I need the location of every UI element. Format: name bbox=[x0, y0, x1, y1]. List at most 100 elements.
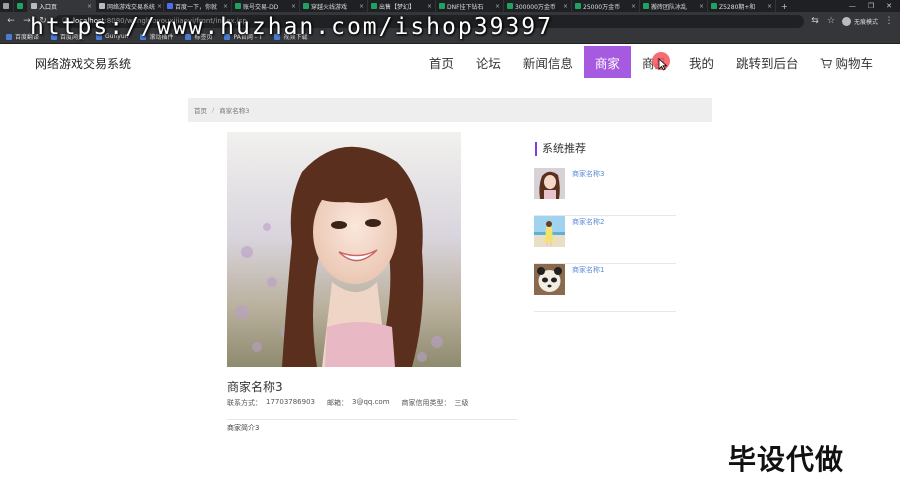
maximize-icon[interactable]: ❐ bbox=[868, 2, 874, 10]
url-host: localhost bbox=[73, 17, 105, 25]
nav-item[interactable]: 论坛 bbox=[465, 46, 512, 78]
bookmark-item[interactable]: Gunyun bbox=[96, 33, 128, 40]
tab-favicon-icon bbox=[711, 3, 717, 9]
bookmark-label: Gunyun bbox=[105, 33, 129, 40]
browser-tab[interactable]: 入口页 × bbox=[28, 0, 96, 12]
nav-cart-label: 购物车 bbox=[835, 55, 873, 71]
recommend-item[interactable]: 商家名称3 bbox=[534, 168, 676, 216]
tab-favicon-icon bbox=[643, 3, 649, 9]
close-window-icon[interactable]: ✕ bbox=[886, 2, 892, 10]
tab-label: 穿越火线游戏 bbox=[311, 3, 348, 11]
nav-cart[interactable]: 购物车 bbox=[809, 46, 884, 78]
info-icon: ⓘ bbox=[62, 17, 69, 25]
bookmark-icon bbox=[51, 33, 58, 40]
tab-favicon-icon bbox=[235, 3, 241, 9]
tab-favicon-icon bbox=[31, 3, 37, 9]
tab-label: 出售【梦幻】 bbox=[379, 3, 416, 11]
reload-icon[interactable]: ↻ bbox=[38, 16, 48, 26]
recommend-thumbnail[interactable] bbox=[534, 168, 565, 199]
browser-tab[interactable]: 百度一下，你就 × bbox=[164, 0, 232, 12]
tab-label: 网络游戏交易系统 bbox=[107, 3, 156, 11]
tab-close-icon[interactable]: × bbox=[223, 3, 228, 10]
tab-label: 搬砖团队冰乱 bbox=[651, 3, 688, 11]
recommend-item[interactable]: 商家名称2 bbox=[534, 216, 676, 264]
contact-label: 联系方式： bbox=[227, 399, 262, 407]
bookmark-item[interactable]: 百度网盘 bbox=[51, 32, 84, 41]
browser-tab[interactable] bbox=[0, 0, 14, 12]
tab-close-icon[interactable]: × bbox=[767, 3, 772, 10]
back-icon[interactable]: ← bbox=[6, 16, 16, 26]
tab-close-icon[interactable]: × bbox=[291, 3, 296, 10]
bookmark-item[interactable]: PA官网 - T bbox=[224, 32, 262, 41]
tab-label: DNF挂下钻石 bbox=[447, 3, 484, 11]
credit-label: 商家信用类型： bbox=[401, 399, 451, 407]
top-navigation: 首页论坛新闻信息商家商品我的跳转到后台 购物车 bbox=[418, 46, 884, 78]
tab-favicon-icon bbox=[17, 3, 23, 9]
recommend-thumbnail[interactable] bbox=[534, 216, 565, 247]
profile-label: 无痕模式 bbox=[853, 18, 878, 26]
browser-tab[interactable]: 穿越火线游戏 × bbox=[300, 0, 368, 12]
bookmark-icon bbox=[140, 33, 147, 40]
nav-item[interactable]: 首页 bbox=[418, 46, 465, 78]
bookmarks-bar: 百度翻译 百度网盘 Gunyun 滚动插件 标签页 PA官网 - T 视频下载 bbox=[0, 30, 900, 44]
tab-close-icon[interactable]: × bbox=[699, 3, 704, 10]
browser-tab[interactable] bbox=[14, 0, 28, 12]
bookmark-label: 滚动插件 bbox=[149, 34, 174, 41]
bookmark-icon bbox=[6, 33, 12, 40]
menu-icon[interactable]: ⋮ bbox=[884, 16, 894, 26]
browser-tab[interactable]: 300000万金币 × bbox=[504, 0, 572, 12]
nav-item[interactable]: 跳转到后台 bbox=[725, 46, 810, 78]
incognito-profile[interactable]: 无痕模式 bbox=[841, 16, 878, 26]
merchant-photo bbox=[227, 132, 461, 367]
nav-item[interactable]: 商家 bbox=[583, 46, 631, 78]
new-tab-button[interactable]: + bbox=[776, 2, 793, 11]
bookmark-label: PA官网 - T bbox=[233, 34, 263, 41]
tab-label: 账号交易-DD bbox=[243, 3, 279, 11]
browser-tab[interactable]: Z5280期+和 × bbox=[708, 0, 776, 12]
nav-item[interactable]: 新闻信息 bbox=[512, 46, 584, 78]
recommend-item[interactable]: 商家名称1 bbox=[534, 264, 676, 312]
breadcrumb-home[interactable]: 首页 bbox=[194, 105, 207, 115]
bookmark-label: 百度翻译 bbox=[15, 34, 40, 41]
nav-item[interactable]: 我的 bbox=[678, 46, 725, 78]
browser-tab[interactable]: DNF挂下钻石 × bbox=[436, 0, 504, 12]
email-value: 3@qq.com bbox=[352, 398, 390, 406]
merchant-intro: 商家简介3 bbox=[227, 424, 260, 432]
merchant-name: 商家名称3 bbox=[227, 380, 283, 394]
bookmark-icon bbox=[224, 33, 231, 40]
bookmark-item[interactable]: 标签页 bbox=[185, 32, 212, 41]
recommend-item-name[interactable]: 商家名称3 bbox=[572, 169, 604, 179]
forward-icon[interactable]: → bbox=[22, 16, 32, 26]
recommend-thumbnail[interactable] bbox=[534, 264, 565, 295]
bookmark-item[interactable]: 滚动插件 bbox=[140, 32, 173, 41]
star-icon[interactable]: ☆ bbox=[826, 16, 836, 26]
tab-close-icon[interactable]: × bbox=[631, 3, 636, 10]
recommend-item-name[interactable]: 商家名称2 bbox=[572, 217, 604, 227]
corner-overlay-text: 毕设代做 bbox=[728, 443, 845, 476]
tab-close-icon[interactable]: × bbox=[427, 3, 432, 10]
bookmark-icon bbox=[96, 33, 103, 40]
tab-close-icon[interactable]: × bbox=[495, 3, 500, 10]
browser-tab[interactable]: 出售【梦幻】 × bbox=[368, 0, 436, 12]
browser-tab[interactable]: 网络游戏交易系统 × bbox=[96, 0, 164, 12]
breadcrumb: 首页 / 商家名称3 bbox=[188, 98, 712, 122]
window-controls: — ❐ ✕ bbox=[849, 2, 900, 10]
tab-favicon-icon bbox=[371, 3, 377, 9]
browser-tab[interactable]: 25000万金币 × bbox=[572, 0, 640, 12]
bookmark-icon bbox=[185, 33, 192, 40]
tab-close-icon[interactable]: × bbox=[563, 3, 568, 10]
recommend-item-name[interactable]: 商家名称1 bbox=[572, 265, 604, 275]
bookmark-item[interactable]: 百度翻译 bbox=[6, 32, 39, 41]
incognito-icon bbox=[841, 16, 851, 26]
url-input[interactable]: ⓘ localhost :8080/wangluoyouxijiaoyi/fro… bbox=[54, 14, 804, 28]
tab-label: 入口页 bbox=[39, 3, 58, 11]
tab-close-icon[interactable]: × bbox=[157, 3, 162, 10]
tab-close-icon[interactable]: × bbox=[359, 3, 364, 10]
tab-favicon-icon bbox=[99, 3, 105, 9]
minimize-icon[interactable]: — bbox=[849, 2, 856, 10]
translate-icon[interactable]: ⇆ bbox=[810, 16, 820, 26]
tab-close-icon[interactable]: × bbox=[87, 3, 92, 10]
bookmark-item[interactable]: 视频下载 bbox=[274, 32, 307, 41]
browser-tab[interactable]: 搬砖团队冰乱 × bbox=[640, 0, 708, 12]
browser-tab[interactable]: 账号交易-DD × bbox=[232, 0, 300, 12]
